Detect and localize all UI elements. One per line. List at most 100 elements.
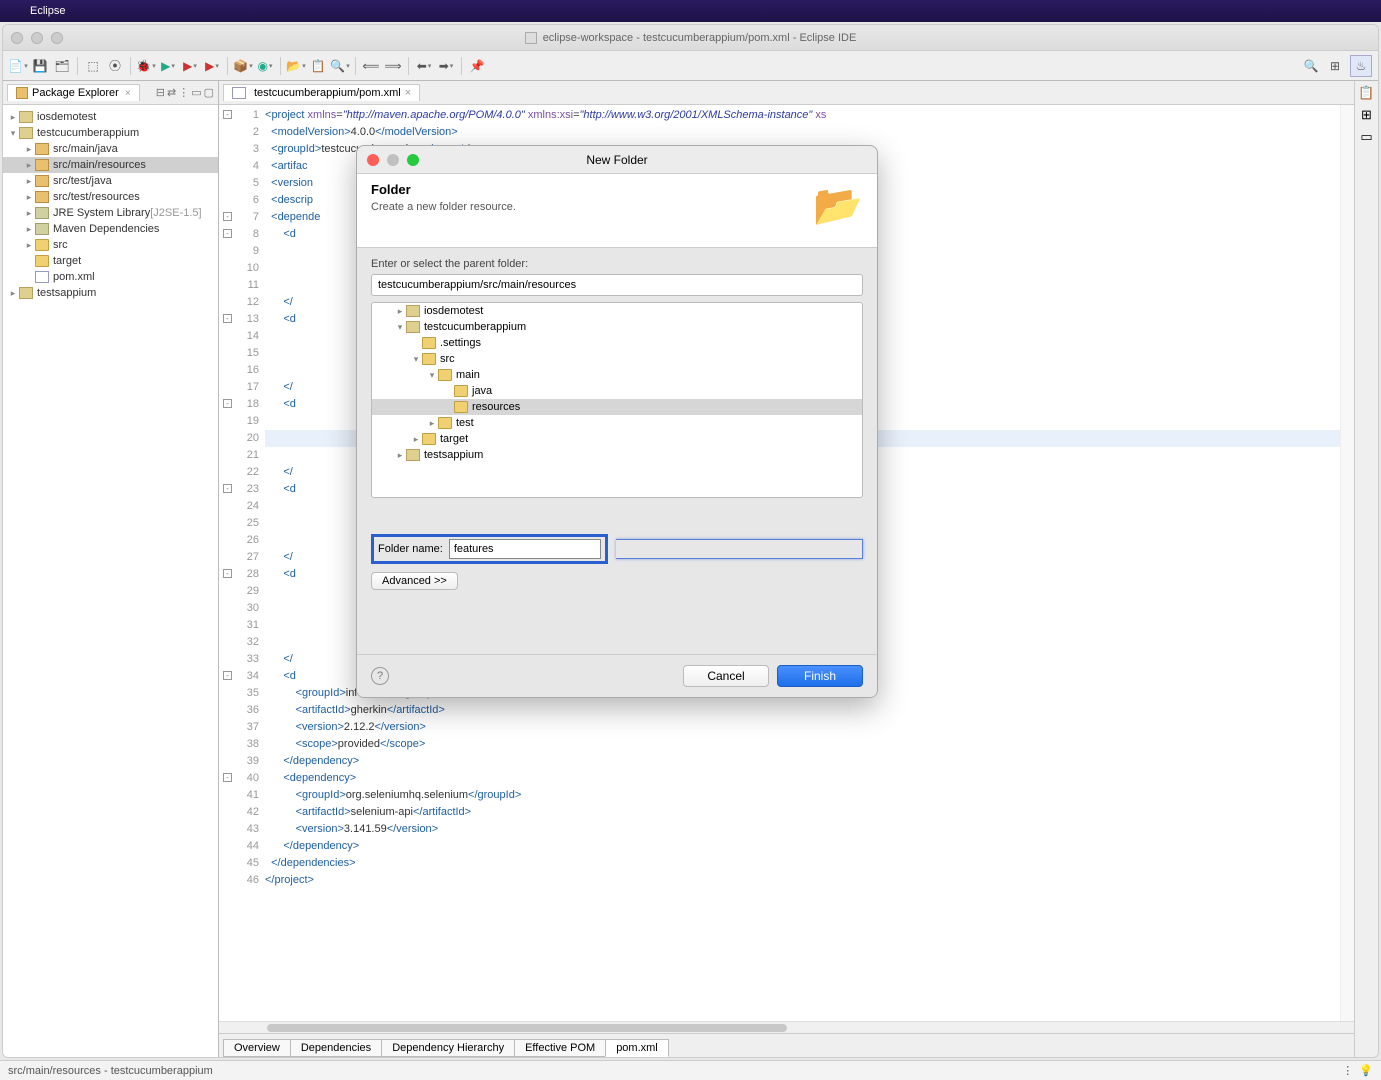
dialog-tree-item[interactable]: java xyxy=(372,383,862,399)
advanced-section: Advanced >> xyxy=(371,572,863,590)
dialog-tree-item[interactable]: ▸iosdemotest xyxy=(372,303,862,319)
prev-annotation-button[interactable]: ⟸ xyxy=(362,57,380,75)
window-title: eclipse-workspace - testcucumberappium/p… xyxy=(543,32,857,44)
run-button[interactable]: ▶ xyxy=(159,57,177,75)
dialog-tree-item[interactable]: ▸test xyxy=(372,415,862,431)
tree-item[interactable]: ▸JRE System Library [J2SE-1.5] xyxy=(3,205,218,221)
pin-editor-button[interactable]: 📌 xyxy=(468,57,486,75)
skip-breakpoints-button[interactable]: ⦿ xyxy=(106,57,124,75)
open-perspective-button[interactable]: ⊞ xyxy=(1326,57,1344,75)
dialog-footer: ? Cancel Finish xyxy=(357,654,877,697)
new-package-button[interactable]: 📦 xyxy=(234,57,252,75)
save-button[interactable]: 💾 xyxy=(31,57,49,75)
minimize-view-icon[interactable]: ▭ xyxy=(191,86,201,99)
dialog-tree-item[interactable]: .settings xyxy=(372,335,862,351)
collapse-all-icon[interactable]: ⊟ xyxy=(156,86,165,99)
xml-file-icon xyxy=(232,87,246,99)
tree-item[interactable]: target xyxy=(3,253,218,269)
tree-item[interactable]: ▸src/test/java xyxy=(3,173,218,189)
tree-item[interactable]: ▸Maven Dependencies xyxy=(3,221,218,237)
close-editor-icon[interactable]: × xyxy=(405,87,411,99)
tree-item[interactable]: ▸src xyxy=(3,237,218,253)
parent-folder-label: Enter or select the parent folder: xyxy=(371,258,863,270)
tree-item[interactable]: ▸testsappium xyxy=(3,285,218,301)
view-tab-bar: Package Explorer × ⊟ ⇄ ⋮ ▭ ▢ xyxy=(3,81,218,105)
main-toolbar[interactable]: 📄 💾 🗂 ⬚ ⦿ 🐞 ▶ ▶ ▶ 📦 ◉ 📂 📋 🔍 ⟸ ⟹ ⬅ ➡ 📌 🔍 … xyxy=(3,51,1378,81)
task-list-icon[interactable]: 📋 xyxy=(1358,85,1374,101)
editor-tab-label: testcucumberappium/pom.xml xyxy=(254,87,401,99)
dialog-tree-item[interactable]: ▾testcucumberappium xyxy=(372,319,862,335)
coverage-button[interactable]: ▶ xyxy=(181,57,199,75)
dialog-tree-item[interactable]: ▾main xyxy=(372,367,862,383)
search-button[interactable]: 🔍 xyxy=(331,57,349,75)
package-explorer-tab[interactable]: Package Explorer × xyxy=(7,84,140,101)
close-view-icon[interactable]: × xyxy=(125,88,131,99)
folder-name-input-extension[interactable] xyxy=(616,539,863,559)
finish-button[interactable]: Finish xyxy=(777,665,863,687)
forward-button[interactable]: ➡ xyxy=(437,57,455,75)
folder-large-icon: 📂 xyxy=(813,182,863,229)
open-task-button[interactable]: 📋 xyxy=(309,57,327,75)
minimize-stack-icon[interactable]: ▭ xyxy=(1360,129,1372,145)
link-editor-icon[interactable]: ⇄ xyxy=(167,86,176,99)
scrollbar-thumb[interactable] xyxy=(267,1024,787,1032)
parent-folder-tree[interactable]: ▸iosdemotest▾testcucumberappium.settings… xyxy=(371,302,863,498)
help-icon[interactable]: ? xyxy=(371,667,389,685)
horizontal-scrollbar[interactable] xyxy=(219,1021,1354,1033)
new-class-button[interactable]: ◉ xyxy=(256,57,274,75)
dialog-title: New Folder xyxy=(357,146,877,174)
tree-item[interactable]: pom.xml xyxy=(3,269,218,285)
pom-tab[interactable]: Dependencies xyxy=(290,1039,382,1057)
parent-folder-input[interactable] xyxy=(371,274,863,296)
dialog-minimize-icon xyxy=(387,154,399,166)
next-annotation-button[interactable]: ⟹ xyxy=(384,57,402,75)
folder-name-input[interactable] xyxy=(449,539,601,559)
pom-tab[interactable]: Effective POM xyxy=(514,1039,606,1057)
dialog-tree-item[interactable]: resources xyxy=(372,399,862,415)
open-type-button[interactable]: 📂 xyxy=(287,57,305,75)
quick-access-icon[interactable]: 🔍 xyxy=(1302,57,1320,75)
run-last-button[interactable]: ▶ xyxy=(203,57,221,75)
tree-item[interactable]: ▾testcucumberappium xyxy=(3,125,218,141)
java-perspective-button[interactable]: ♨ xyxy=(1350,55,1372,77)
package-explorer-view: Package Explorer × ⊟ ⇄ ⋮ ▭ ▢ ▸iosdemotes… xyxy=(3,81,219,1057)
tip-icon[interactable]: 💡 xyxy=(1359,1064,1373,1077)
pom-editor-tabs[interactable]: OverviewDependenciesDependency Hierarchy… xyxy=(219,1033,1354,1057)
status-bar: src/main/resources - testcucumberappium … xyxy=(0,1060,1381,1080)
dialog-tree-item[interactable]: ▾src xyxy=(372,351,862,367)
dialog-close-icon[interactable] xyxy=(367,154,379,166)
package-explorer-tree[interactable]: ▸iosdemotest▾testcucumberappium▸src/main… xyxy=(3,105,218,1057)
outline-icon[interactable]: ⊞ xyxy=(1361,107,1372,123)
tree-item[interactable]: ▸src/main/java xyxy=(3,141,218,157)
dialog-zoom-icon[interactable] xyxy=(407,154,419,166)
view-menu-icon[interactable]: ⋮ xyxy=(178,86,189,99)
heap-status-icon[interactable]: ⋮ xyxy=(1342,1064,1353,1077)
dialog-tree-item[interactable]: ▸target xyxy=(372,431,862,447)
dialog-traffic-lights[interactable] xyxy=(367,154,419,166)
tree-item[interactable]: ▸iosdemotest xyxy=(3,109,218,125)
macos-menubar[interactable]: Eclipse xyxy=(0,0,1381,22)
save-all-button[interactable]: 🗂 xyxy=(53,57,71,75)
window-traffic-lights[interactable] xyxy=(11,32,63,44)
folder-name-label: Folder name: xyxy=(378,543,443,555)
advanced-button[interactable]: Advanced >> xyxy=(371,572,458,590)
editor-tab[interactable]: testcucumberappium/pom.xml × xyxy=(223,84,420,101)
dialog-heading: Folder xyxy=(371,182,516,197)
cancel-button[interactable]: Cancel xyxy=(683,665,769,687)
minimize-icon[interactable] xyxy=(31,32,43,44)
app-menu[interactable]: Eclipse xyxy=(30,5,65,17)
tree-item[interactable]: ▸src/test/resources xyxy=(3,189,218,205)
pom-tab[interactable]: pom.xml xyxy=(605,1039,669,1057)
toggle-breadcrumb-button[interactable]: ⬚ xyxy=(84,57,102,75)
back-button[interactable]: ⬅ xyxy=(415,57,433,75)
close-icon[interactable] xyxy=(11,32,23,44)
debug-button[interactable]: 🐞 xyxy=(137,57,155,75)
pom-tab[interactable]: Dependency Hierarchy xyxy=(381,1039,515,1057)
dialog-tree-item[interactable]: ▸testsappium xyxy=(372,447,862,463)
zoom-icon[interactable] xyxy=(51,32,63,44)
maximize-view-icon[interactable]: ▢ xyxy=(204,86,214,99)
tree-item[interactable]: ▸src/main/resources xyxy=(3,157,218,173)
pom-tab[interactable]: Overview xyxy=(223,1039,291,1057)
new-button[interactable]: 📄 xyxy=(9,57,27,75)
right-trim-stack[interactable]: 📋 ⊞ ▭ xyxy=(1354,81,1378,1057)
